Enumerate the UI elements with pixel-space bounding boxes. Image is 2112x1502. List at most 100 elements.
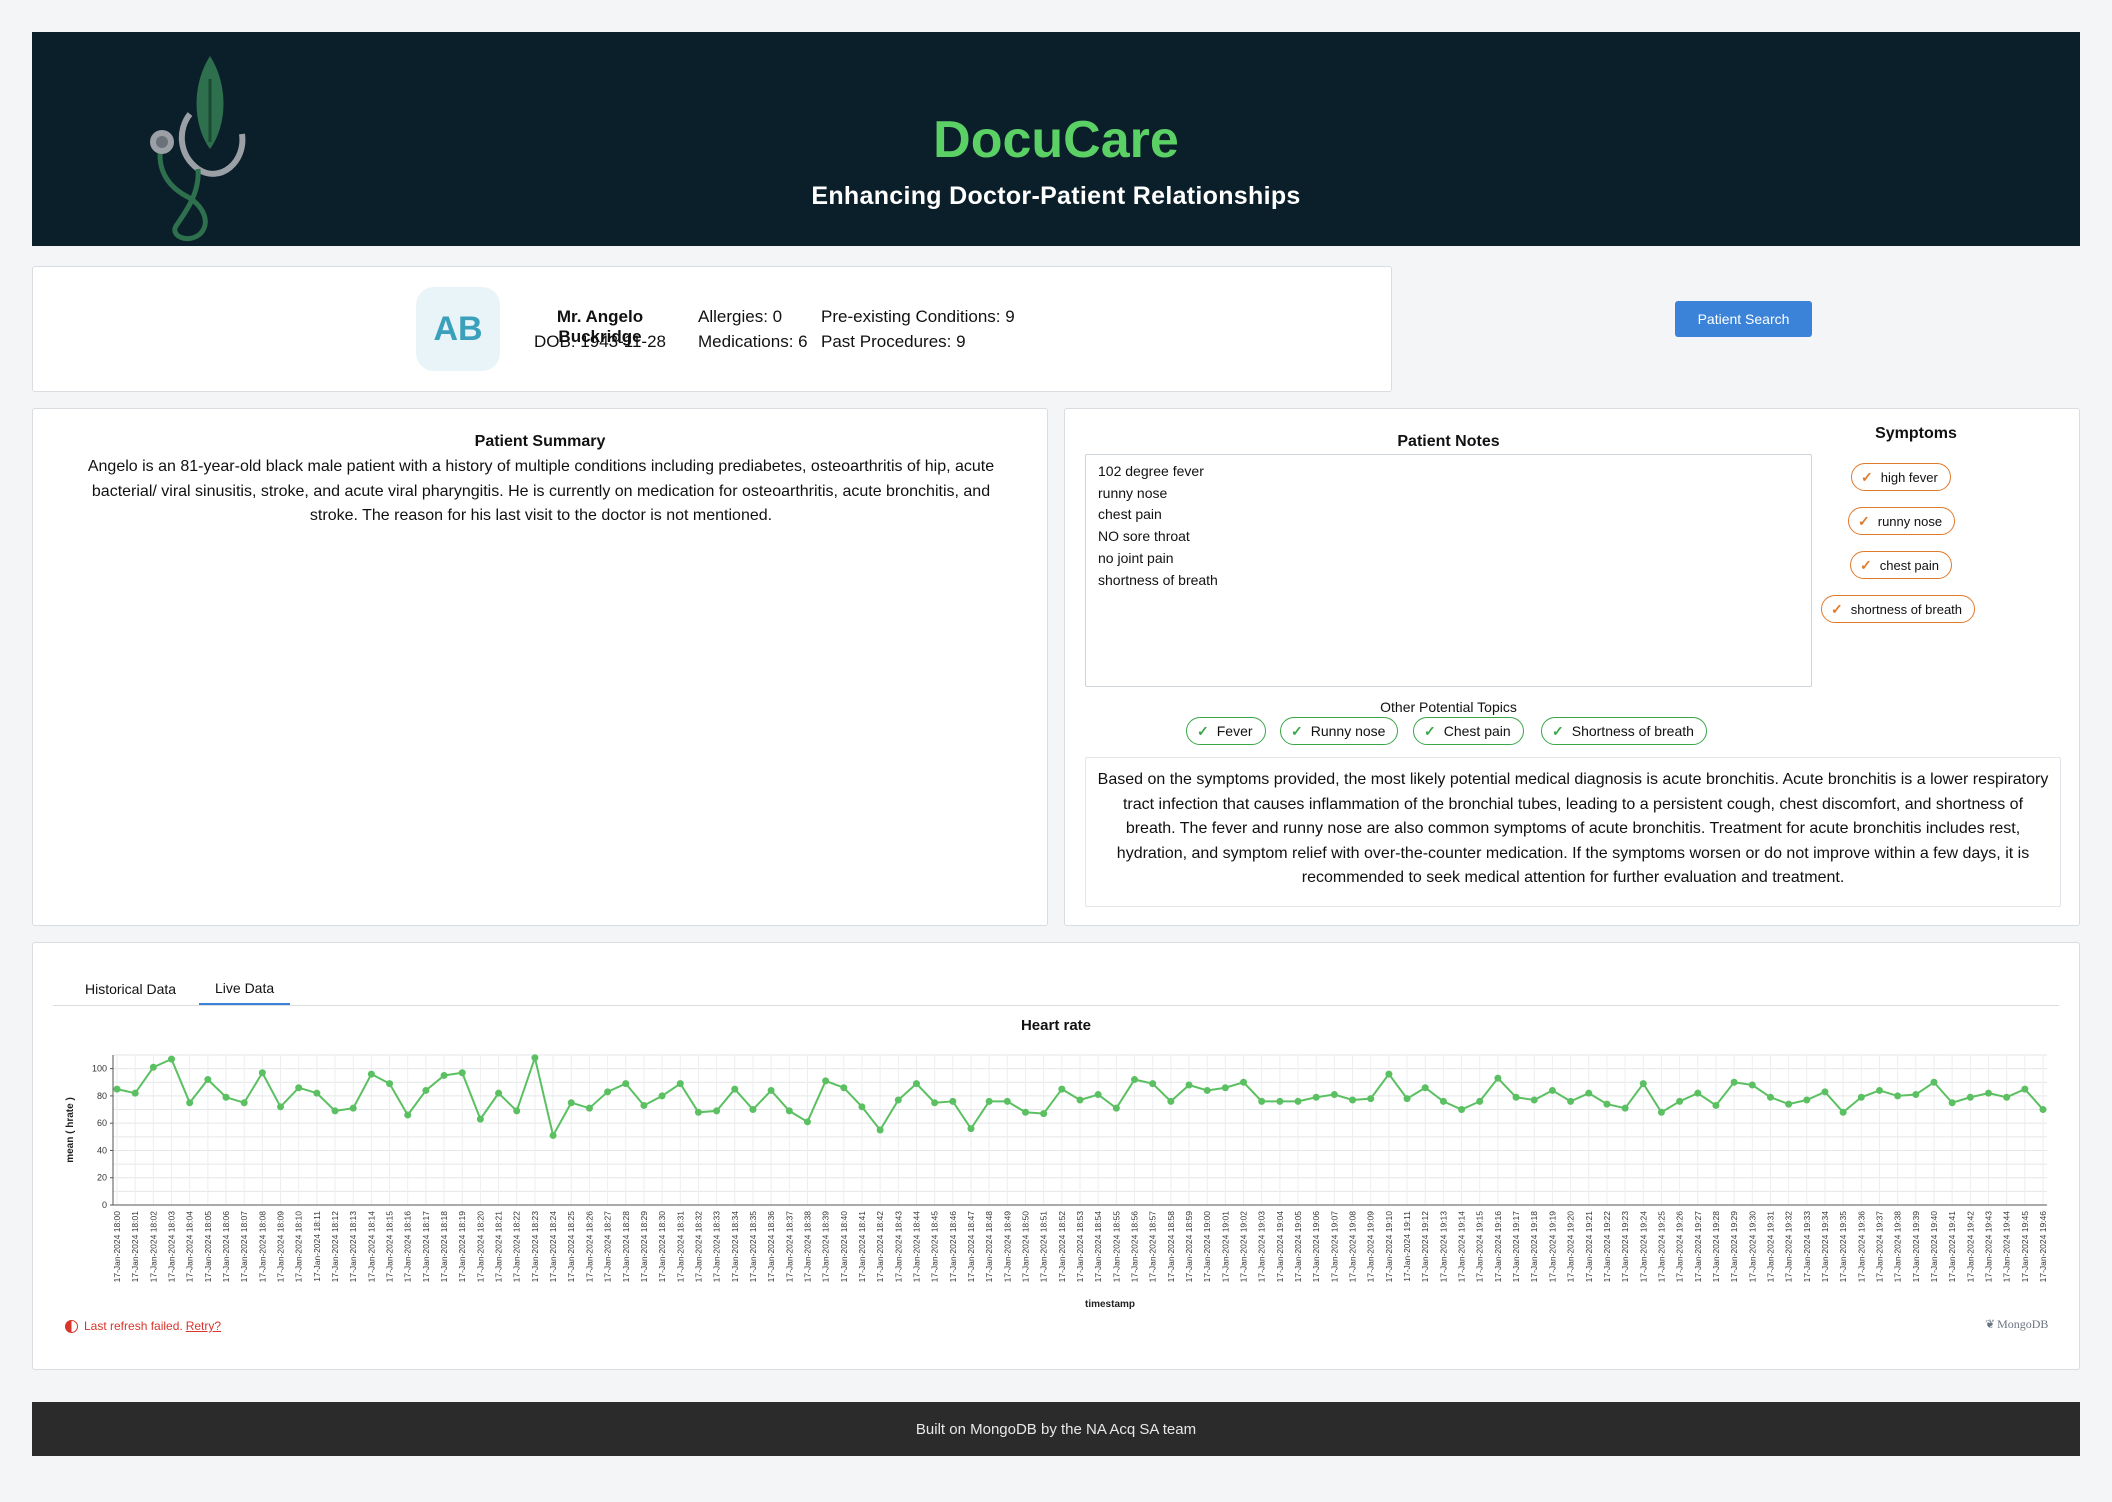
x-tick-label: 17-Jan-2024 18:01 xyxy=(130,1211,140,1283)
x-tick-label: 17-Jan-2024 18:18 xyxy=(439,1211,449,1283)
x-tick-label: 17-Jan-2024 18:39 xyxy=(821,1211,831,1283)
data-point xyxy=(476,1115,484,1123)
x-tick-label: 17-Jan-2024 19:31 xyxy=(1765,1211,1775,1283)
data-point xyxy=(749,1106,757,1114)
patient-conditions: Pre-existing Conditions: 9 xyxy=(821,307,1015,326)
x-tick-label: 17-Jan-2024 18:25 xyxy=(566,1211,576,1283)
x-tick-label: 17-Jan-2024 19:03 xyxy=(1257,1211,1267,1283)
data-point xyxy=(567,1099,575,1107)
data-point xyxy=(1585,1089,1593,1097)
data-point xyxy=(1476,1097,1484,1105)
x-tick-label: 17-Jan-2024 18:46 xyxy=(948,1211,958,1283)
summary-text: Angelo is an 81-year-old black male pati… xyxy=(87,458,995,524)
symptom-chip[interactable]: ✓ chest pain xyxy=(1850,551,1952,579)
patient-search-button[interactable]: Patient Search xyxy=(1675,301,1812,337)
data-point xyxy=(1603,1100,1611,1108)
x-tick-label: 17-Jan-2024 19:45 xyxy=(2020,1211,2030,1283)
app-title: DocuCare xyxy=(933,111,1179,169)
x-tick-label: 17-Jan-2024 18:56 xyxy=(1130,1211,1140,1283)
data-point xyxy=(1421,1084,1429,1092)
x-tick-label: 17-Jan-2024 19:00 xyxy=(1202,1211,1212,1283)
topic-chip[interactable]: ✓ Runny nose xyxy=(1280,717,1399,745)
app-header: DocuCare Enhancing Doctor-Patient Relati… xyxy=(32,32,2080,246)
patient-notes-textarea[interactable] xyxy=(1085,454,1812,687)
data-point xyxy=(1966,1093,1974,1101)
x-tick-label: 17-Jan-2024 18:14 xyxy=(366,1211,376,1283)
y-tick-label: 40 xyxy=(97,1145,107,1155)
topic-label: Fever xyxy=(1216,723,1253,739)
symptom-chip[interactable]: ✓ shortness of breath xyxy=(1821,595,1976,623)
x-tick-label: 17-Jan-2024 18:16 xyxy=(403,1211,413,1283)
patient-procedures: Past Procedures: 9 xyxy=(821,332,966,351)
topic-chip[interactable]: ✓ Chest pain xyxy=(1413,717,1524,745)
topic-chip[interactable]: ✓ Shortness of breath xyxy=(1541,717,1707,745)
x-tick-label: 17-Jan-2024 18:43 xyxy=(893,1211,903,1283)
x-tick-label: 17-Jan-2024 18:27 xyxy=(603,1211,613,1283)
data-point xyxy=(1676,1097,1684,1105)
x-tick-label: 17-Jan-2024 18:31 xyxy=(675,1211,685,1283)
data-point xyxy=(1294,1097,1302,1105)
x-tick-label: 17-Jan-2024 18:44 xyxy=(911,1211,921,1283)
symptom-label: chest pain xyxy=(1879,557,1939,573)
x-tick-label: 17-Jan-2024 18:00 xyxy=(112,1211,122,1283)
data-point xyxy=(1494,1074,1502,1082)
data-point xyxy=(1167,1097,1175,1105)
data-point xyxy=(1621,1104,1629,1112)
data-point xyxy=(676,1080,684,1088)
x-tick-label: 17-Jan-2024 18:53 xyxy=(1075,1211,1085,1283)
data-point xyxy=(1657,1108,1665,1116)
data-point xyxy=(1131,1076,1139,1084)
x-tick-label: 17-Jan-2024 18:20 xyxy=(475,1211,485,1283)
data-point xyxy=(1094,1091,1102,1099)
x-tick-label: 17-Jan-2024 18:38 xyxy=(802,1211,812,1283)
topic-chip[interactable]: ✓ Fever xyxy=(1186,717,1266,745)
data-point xyxy=(386,1080,394,1088)
x-tick-label: 17-Jan-2024 18:51 xyxy=(1039,1211,1049,1283)
x-tick-label: 17-Jan-2024 18:59 xyxy=(1184,1211,1194,1283)
x-tick-label: 17-Jan-2024 19:18 xyxy=(1529,1211,1539,1283)
data-point xyxy=(2039,1106,2047,1114)
x-tick-label: 17-Jan-2024 19:41 xyxy=(1947,1211,1957,1283)
x-tick-label: 17-Jan-2024 19:06 xyxy=(1311,1211,1321,1283)
avatar: AB xyxy=(416,287,500,371)
x-tick-label: 17-Jan-2024 19:12 xyxy=(1420,1211,1430,1283)
check-icon: ✓ xyxy=(1197,722,1209,739)
patient-medications: Medications: 6 xyxy=(698,332,808,351)
data-point xyxy=(1748,1081,1756,1089)
x-tick-label: 17-Jan-2024 18:36 xyxy=(766,1211,776,1283)
data-point xyxy=(713,1107,721,1115)
data-point xyxy=(1021,1108,1029,1116)
x-tick-label: 17-Jan-2024 19:38 xyxy=(1893,1211,1903,1283)
data-point xyxy=(458,1069,466,1077)
x-tick-label: 17-Jan-2024 18:33 xyxy=(712,1211,722,1283)
data-point xyxy=(949,1097,957,1105)
data-point xyxy=(1367,1095,1375,1103)
x-tick-label: 17-Jan-2024 19:34 xyxy=(1820,1211,1830,1283)
symptom-chip[interactable]: ✓ runny nose xyxy=(1848,507,1956,535)
data-point xyxy=(495,1089,503,1097)
x-tick-label: 17-Jan-2024 19:14 xyxy=(1457,1211,1467,1283)
symptoms-title: Symptoms xyxy=(1875,425,1957,442)
x-tick-label: 17-Jan-2024 18:19 xyxy=(457,1211,467,1283)
x-tick-label: 17-Jan-2024 19:19 xyxy=(1547,1211,1557,1283)
data-point xyxy=(1548,1086,1556,1094)
data-point xyxy=(277,1103,285,1111)
data-point xyxy=(1330,1091,1338,1099)
data-point xyxy=(840,1084,848,1092)
x-tick-label: 17-Jan-2024 19:21 xyxy=(1584,1211,1594,1283)
data-point xyxy=(1203,1086,1211,1094)
symptom-chip[interactable]: ✓ high fever xyxy=(1851,463,1951,491)
app-subtitle: Enhancing Doctor-Patient Relationships xyxy=(811,182,1301,210)
x-tick-label: 17-Jan-2024 18:06 xyxy=(221,1211,231,1283)
x-tick-label: 17-Jan-2024 18:50 xyxy=(1020,1211,1030,1283)
x-tick-label: 17-Jan-2024 19:04 xyxy=(1275,1211,1285,1283)
page: DocuCare Enhancing Doctor-Patient Relati… xyxy=(0,0,2112,1502)
patient-notes-card: Patient Notes Symptoms ✓ high fever ✓ ru… xyxy=(1064,408,2080,926)
x-tick-label: 17-Jan-2024 18:32 xyxy=(693,1211,703,1283)
y-tick-label: 0 xyxy=(102,1200,107,1210)
symptom-label: runny nose xyxy=(1877,513,1943,529)
data-point xyxy=(822,1077,830,1085)
data-point xyxy=(694,1108,702,1116)
data-point xyxy=(731,1085,739,1093)
retry-link[interactable]: Retry? xyxy=(186,1319,221,1333)
